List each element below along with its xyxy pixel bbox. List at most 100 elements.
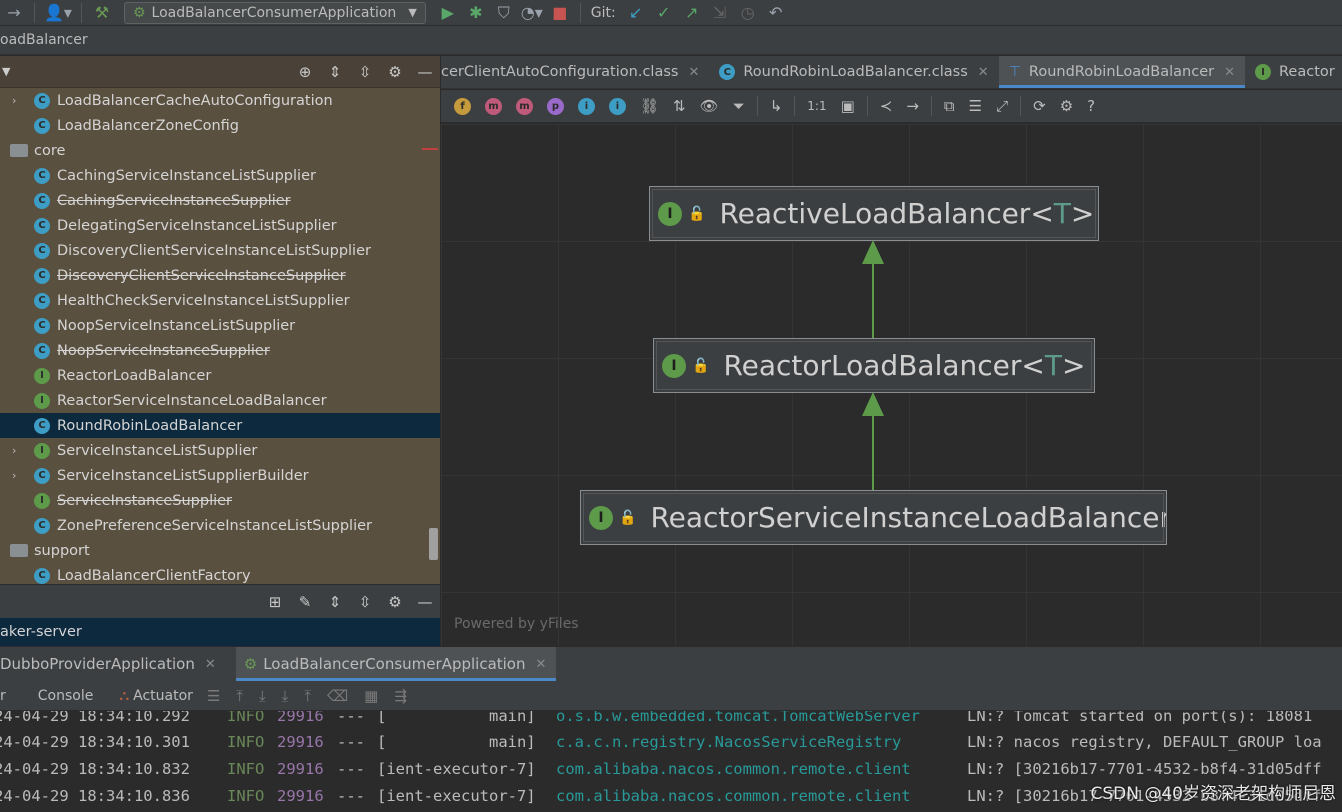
add-icon[interactable]: ⊞ — [260, 593, 290, 611]
gear-icon[interactable]: ⚙ — [1060, 97, 1073, 115]
tree-item[interactable]: › I ServiceInstanceListSupplier — [0, 438, 440, 463]
uml-diagram-canvas[interactable]: I 🔓 ReactiveLoadBalancer<T> I 🔓 ReactorL… — [441, 124, 1342, 646]
run-tab[interactable]: DubboProviderApplication ✕ — [0, 647, 226, 681]
expand-all-icon[interactable]: ⇕ — [320, 63, 350, 81]
tree-item[interactable]: C DiscoveryClientServiceInstanceSupplier — [0, 263, 440, 288]
gear-icon[interactable]: ⚙ — [380, 63, 410, 81]
tree-item[interactable]: C DiscoveryClientServiceInstanceListSuppl… — [0, 238, 440, 263]
member-filter-p-icon[interactable]: p — [547, 97, 564, 115]
editor-tab[interactable]: C RoundRobinLoadBalancer.class ✕ — [709, 56, 998, 88]
forward-arrow-icon[interactable]: → — [3, 2, 25, 24]
actual-size-icon[interactable]: 1:1 — [807, 99, 826, 113]
run-tab[interactable]: ⚙ LoadBalancerConsumerApplication ✕ — [235, 647, 557, 681]
menu-icon[interactable]: ☰ — [207, 687, 220, 705]
git-rollback-icon[interactable]: ↶ — [765, 2, 787, 24]
tree-item[interactable]: support — [0, 538, 440, 563]
tree-item[interactable]: › C ServiceInstanceListSupplierBuilder — [0, 463, 440, 488]
table-icon[interactable]: ▦ — [364, 687, 378, 705]
tree-item[interactable]: › C LoadBalancerCacheAutoConfiguration — [0, 88, 440, 113]
profile-icon[interactable]: ◔▾ — [521, 2, 543, 24]
chevron-down-icon[interactable]: ▼ — [2, 65, 10, 78]
minimize-icon[interactable]: — — [410, 593, 440, 611]
git-commit-icon[interactable]: ✓ — [653, 2, 675, 24]
git-update-icon[interactable]: ↙ — [625, 2, 647, 24]
close-icon[interactable]: ✕ — [1224, 65, 1235, 80]
git-history-icon[interactable]: ◷ — [737, 2, 759, 24]
close-icon[interactable]: ✕ — [688, 65, 699, 80]
member-filter-m-icon[interactable]: m — [485, 97, 502, 115]
editor-tab[interactable]: cerClientAutoConfiguration.class ✕ — [441, 56, 709, 88]
tree-item[interactable]: C CachingServiceInstanceSupplier — [0, 188, 440, 213]
filter-icon[interactable]: ⏷ — [733, 97, 745, 115]
editor-tab[interactable]: ⊤ RoundRobinLoadBalancer ✕ — [998, 56, 1246, 88]
tree-item[interactable]: C NoopServiceInstanceSupplier — [0, 338, 440, 363]
editor-tab[interactable]: I Reactor — [1245, 56, 1342, 88]
tree-item[interactable]: C ZonePreferenceServiceInstanceListSuppli… — [0, 513, 440, 538]
help-icon[interactable]: ? — [1087, 97, 1095, 115]
collapse-all-icon[interactable]: ⇳ — [350, 593, 380, 611]
run-tab-partial[interactable]: r — [0, 688, 6, 704]
minimize-icon[interactable]: — — [410, 63, 440, 81]
close-icon[interactable]: ✕ — [978, 65, 989, 80]
edge-routing-icon[interactable]: ↳ — [770, 97, 783, 115]
copy-icon[interactable]: ⧉ — [944, 97, 955, 115]
diagram-node-reactive-load-balancer[interactable]: I 🔓 ReactiveLoadBalancer<T> — [649, 186, 1099, 241]
git-push-icon[interactable]: ↗ — [681, 2, 703, 24]
run-configuration-select[interactable]: ⚙ LoadBalancerConsumerApplication ▼ — [123, 1, 426, 24]
tree-item[interactable]: C LoadBalancerClientFactory — [0, 563, 440, 584]
collapse-all-icon[interactable]: ⇳ — [350, 63, 380, 81]
tree-scrollbar[interactable] — [429, 528, 438, 560]
visibility-eye-icon[interactable]: 👁 — [700, 97, 719, 115]
run-icon[interactable]: ▶ — [437, 2, 459, 24]
member-filter-m-icon[interactable]: m — [516, 97, 533, 115]
locate-icon[interactable]: ⊕ — [290, 63, 320, 81]
coverage-icon[interactable]: ⛉ — [493, 2, 515, 24]
tree-item[interactable]: C HealthCheckServiceInstanceListSupplier — [0, 288, 440, 313]
close-icon[interactable]: ✕ — [205, 657, 216, 672]
scroll-down-icon[interactable]: ⤓ — [259, 687, 266, 705]
build-hammer-icon[interactable]: ⚒ — [91, 2, 113, 24]
sort-icon[interactable]: ⇅ — [673, 97, 686, 115]
user-icon[interactable]: 👤▾ — [44, 2, 72, 24]
export-icon[interactable]: → — [906, 97, 919, 115]
chevron-right-icon[interactable]: › — [12, 469, 24, 482]
tree-item[interactable]: C DelegatingServiceInstanceListSupplier — [0, 213, 440, 238]
diagram-node-reactor-load-balancer[interactable]: I 🔓 ReactorLoadBalancer<T> — [653, 338, 1095, 393]
tree-item[interactable]: core — [0, 138, 440, 163]
stop-icon[interactable]: ■ — [549, 2, 571, 24]
tree-item[interactable]: I ReactorLoadBalancer — [0, 363, 440, 388]
refresh-icon[interactable]: ⟳ — [1033, 97, 1046, 115]
tree-item[interactable]: C RoundRobinLoadBalancer — [0, 413, 440, 438]
breadcrumb-item[interactable]: oadBalancer — [0, 32, 88, 48]
services-selected-row[interactable]: aker-server — [0, 618, 440, 646]
apply-layout-icon[interactable]: ⤢ — [996, 97, 1008, 115]
diagram-node-reactor-service-instance-load-balancer[interactable]: I 🔓 ReactorServiceInstanceLoadBalancer — [580, 490, 1167, 545]
inner-classes-icon[interactable]: i — [609, 97, 626, 115]
tree-item[interactable]: I ServiceInstanceSupplier — [0, 488, 440, 513]
tree-item[interactable]: I ReactorServiceInstanceLoadBalancer — [0, 388, 440, 413]
link-icon[interactable]: ⛓ — [640, 97, 659, 115]
up-stack-icon[interactable]: ⤒ — [236, 687, 243, 705]
expand-all-icon[interactable]: ⇕ — [320, 593, 350, 611]
download-icon[interactable]: ⤓ — [282, 687, 289, 705]
tree-item[interactable]: C CachingServiceInstanceListSupplier — [0, 163, 440, 188]
member-filter-i-icon[interactable]: i — [578, 97, 595, 115]
clear-icon[interactable]: ⌫ — [327, 687, 348, 705]
upload-icon[interactable]: ⤒ — [304, 687, 311, 705]
edit-icon[interactable]: ✎ — [290, 593, 320, 611]
layout-icon[interactable]: ☰ — [969, 97, 982, 115]
console-tab[interactable]: Console — [38, 688, 94, 704]
share-icon[interactable]: ≺ — [880, 97, 893, 115]
chevron-right-icon[interactable]: › — [12, 444, 24, 457]
chevron-right-icon[interactable]: › — [12, 94, 24, 107]
fit-content-icon[interactable]: ▣ — [841, 97, 855, 115]
close-icon[interactable]: ✕ — [536, 657, 547, 672]
member-filter-f-icon[interactable]: f — [454, 97, 471, 115]
tree-item[interactable]: C LoadBalancerZoneConfig — [0, 113, 440, 138]
actuator-tab[interactable]: ⛬ Actuator — [119, 688, 193, 704]
console-output[interactable]: 24-04-29 18:34:10.292 INFO 29916 --- [ main]… — [0, 711, 1342, 812]
merge-icon[interactable]: ⇶ — [394, 687, 407, 705]
gear-icon[interactable]: ⚙ — [380, 593, 410, 611]
git-merge-icon[interactable]: ⇲ — [709, 2, 731, 24]
debug-icon[interactable]: ✱ — [465, 2, 487, 24]
